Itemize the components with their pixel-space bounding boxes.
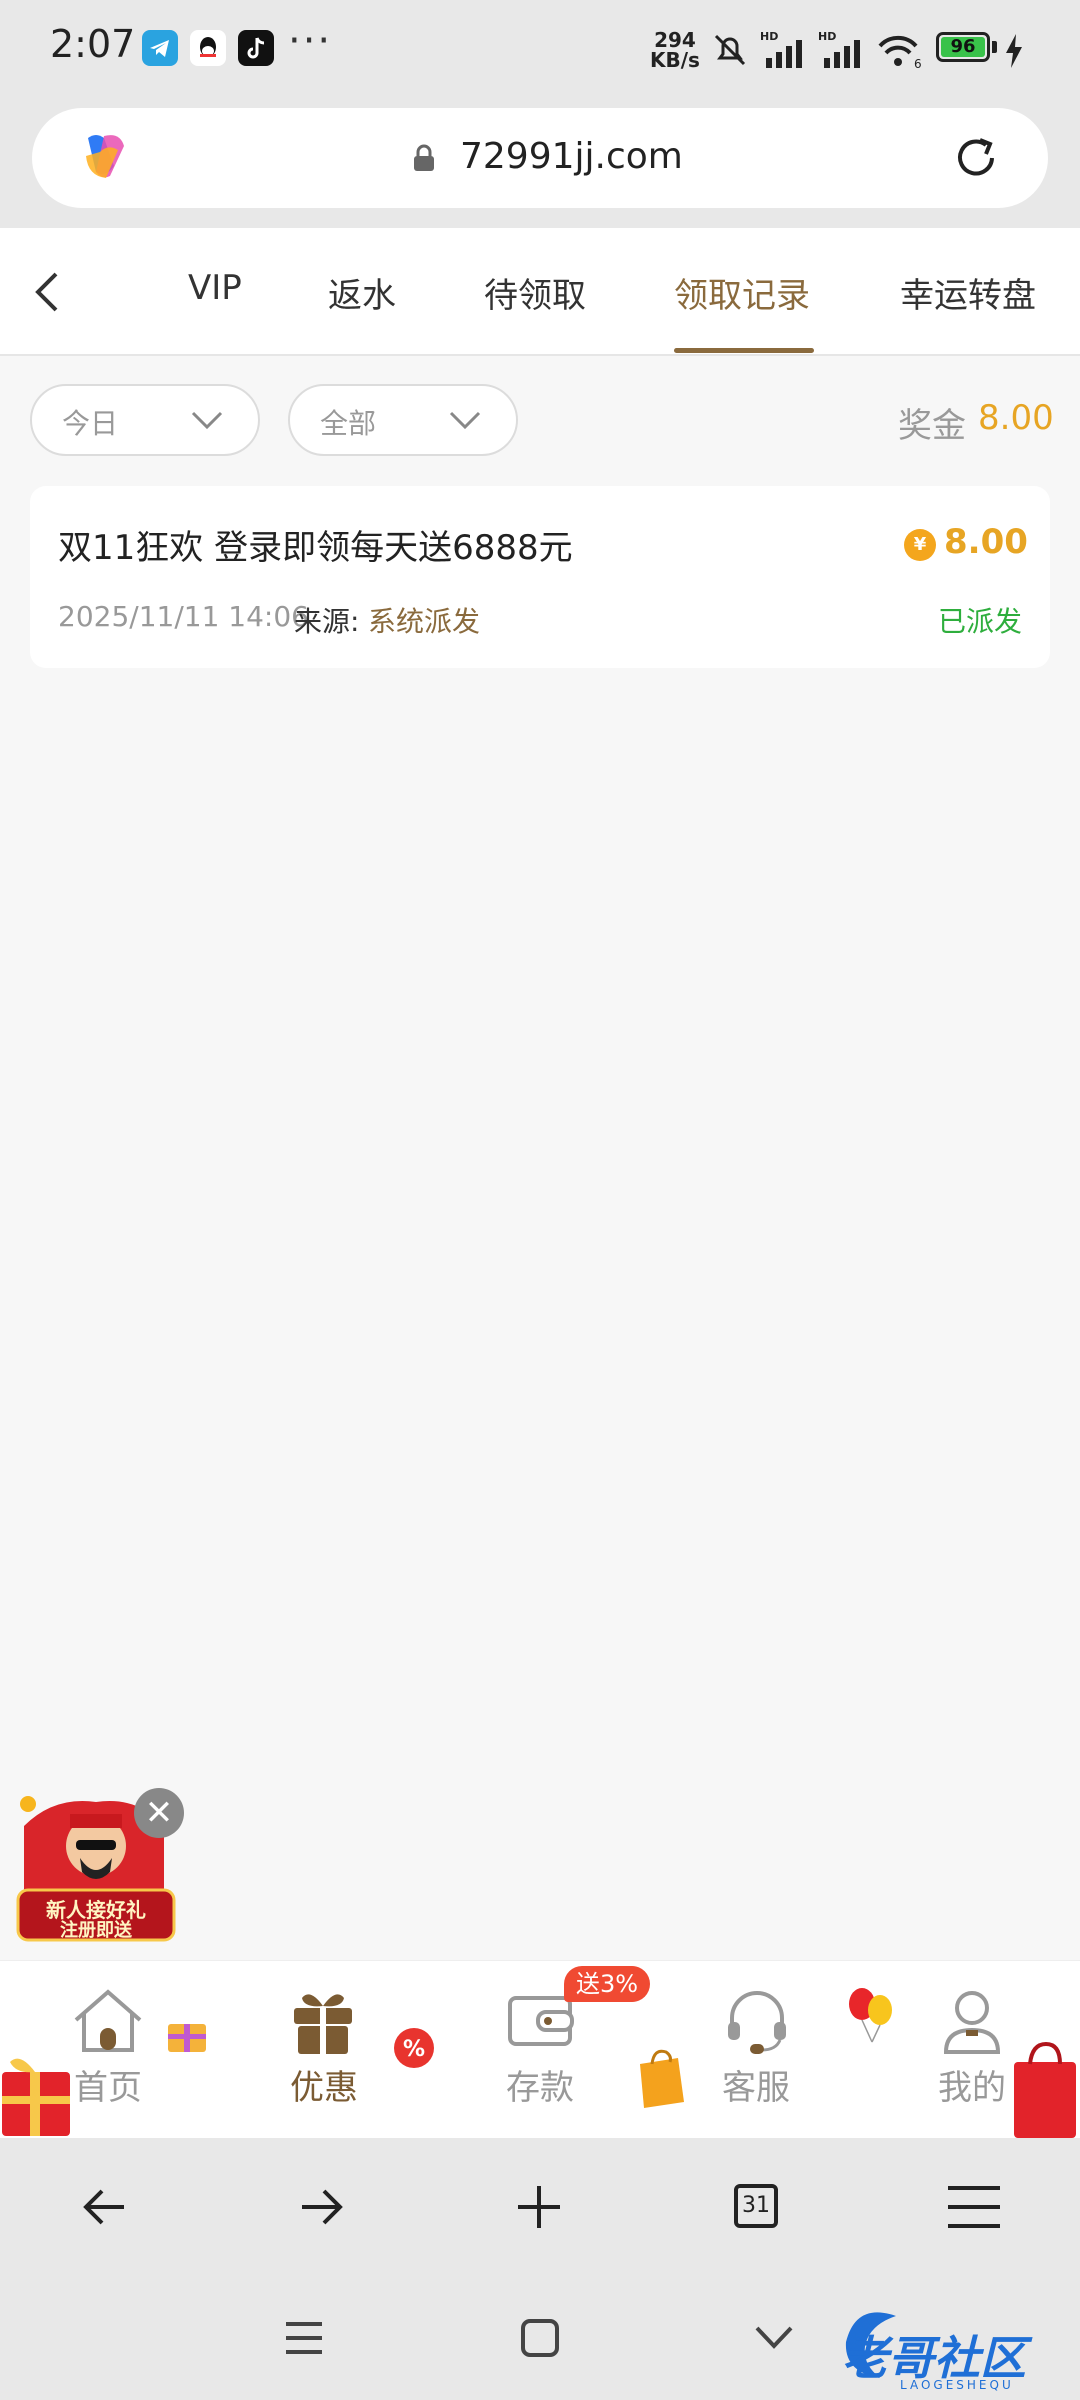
tab-vip[interactable]: VIP <box>188 268 242 308</box>
signal-1-icon: HD <box>760 30 802 68</box>
wifi-icon: 6 <box>878 35 922 70</box>
nav-discounts[interactable]: 优惠 <box>290 2060 358 2109</box>
record-source-label: 来源: <box>294 605 360 638</box>
headset-icon[interactable] <box>722 1986 792 2056</box>
date-filter-dropdown[interactable]: 今日 <box>30 384 260 456</box>
svg-text:%: % <box>403 2037 425 2062</box>
nav-home[interactable]: 首页 <box>74 2060 142 2109</box>
chevron-down-icon <box>449 411 481 430</box>
tab-claim-records[interactable]: 领取记录 <box>674 268 810 317</box>
small-gift-decoration-icon <box>168 2024 206 2052</box>
network-speed: 294 KB/s <box>650 30 700 70</box>
tab-pending[interactable]: 待领取 <box>484 268 586 317</box>
tab-lucky-wheel[interactable]: 幸运转盘 <box>900 268 1036 317</box>
mute-bell-icon <box>714 34 746 66</box>
tabs-button[interactable]: 31 <box>734 2184 778 2228</box>
svg-text:HD: HD <box>818 30 836 43</box>
lock-icon <box>414 144 434 171</box>
refresh-icon[interactable] <box>950 132 1002 184</box>
tiktok-icon <box>238 30 274 66</box>
battery-level: 96 <box>941 37 985 57</box>
record-source-value: 系统派发 <box>368 605 481 638</box>
new-tab-icon[interactable] <box>514 2182 564 2232</box>
browser-back-icon[interactable] <box>80 2182 130 2232</box>
battery-icon: 96 <box>936 32 990 62</box>
watermark-subtext: LAOGESHEQU <box>900 2378 1014 2392</box>
user-icon[interactable] <box>940 1986 1004 2056</box>
nav-collapse-icon[interactable] <box>754 2324 794 2352</box>
nav-customer-service[interactable]: 客服 <box>722 2060 790 2109</box>
record-date: 2025/11/11 14:06 <box>58 600 309 633</box>
home-icon[interactable] <box>70 1986 146 2056</box>
promo-close-icon[interactable]: ✕ <box>134 1788 184 1838</box>
menu-icon[interactable] <box>946 2184 1002 2230</box>
more-notifications-icon: ··· <box>288 18 333 64</box>
tab-rebate[interactable]: 返水 <box>328 268 396 317</box>
type-filter-dropdown[interactable]: 全部 <box>288 384 518 456</box>
home-button-icon[interactable] <box>520 2318 560 2358</box>
qq-icon <box>190 30 226 66</box>
active-tab-indicator <box>674 348 814 353</box>
tab-count: 31 <box>742 2193 770 2218</box>
shopping-bag-decoration-icon <box>640 2049 684 2108</box>
url-text[interactable]: 72991jj.com <box>460 136 683 177</box>
svg-text:HD: HD <box>760 30 778 43</box>
record-amount: 8.00 <box>944 522 1028 562</box>
deposit-bonus-badge: 送3% <box>564 1966 651 2002</box>
browser-forward-icon[interactable] <box>296 2182 346 2232</box>
coin-icon: ¥ <box>904 529 936 561</box>
record-title: 双11狂欢 登录即领每天送6888元 <box>58 528 573 568</box>
record-card <box>30 486 1050 668</box>
bonus-total-label: 奖金 <box>898 406 966 446</box>
balloons-decoration-icon <box>849 1988 892 2043</box>
nav-mine[interactable]: 我的 <box>938 2060 1006 2109</box>
percent-badge-icon: % <box>394 2028 434 2068</box>
battery-tip <box>992 41 997 53</box>
bonus-total-value: 8.00 <box>978 398 1054 438</box>
charging-icon <box>1006 34 1022 68</box>
chevron-down-icon <box>191 411 223 430</box>
gift-box-decoration-icon <box>2 2058 70 2136</box>
promo-line-2: 注册即送 <box>60 1920 132 1941</box>
svg-text:6: 6 <box>914 57 922 70</box>
network-speed-unit: KB/s <box>650 48 700 72</box>
date-filter-label: 今日 <box>62 407 119 440</box>
signal-2-icon: HD <box>818 30 860 68</box>
back-arrow-icon[interactable] <box>32 270 62 314</box>
status-time: 2:07 <box>50 22 136 66</box>
copilot-logo-icon[interactable] <box>74 126 136 188</box>
nav-deposit[interactable]: 存款 <box>506 2060 574 2109</box>
gift-icon[interactable] <box>290 1986 356 2056</box>
red-bag-decoration-icon <box>1014 2041 1076 2138</box>
record-status: 已派发 <box>938 605 1023 638</box>
telegram-icon <box>142 30 178 66</box>
network-speed-value: 294 <box>654 28 696 52</box>
type-filter-label: 全部 <box>320 407 377 440</box>
recent-apps-icon[interactable] <box>284 2320 324 2356</box>
